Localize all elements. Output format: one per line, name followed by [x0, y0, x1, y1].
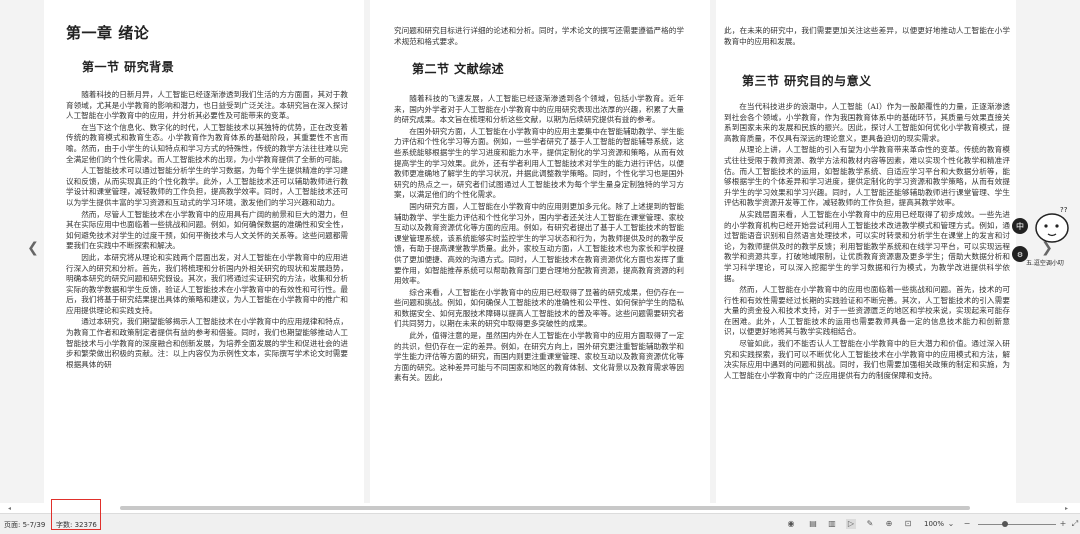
section3-body: 在当代科技进步的浪潮中，人工智能（AI）作为一股颠覆性的力量，正逐渐渗透到社会各… [724, 102, 1010, 382]
zoom-out-icon[interactable]: − [962, 519, 972, 529]
paragraph: 尽管如此，我们不能否认人工智能在小学教育中的巨大潜力和价值。通过深入研究和实践探… [724, 339, 1010, 380]
edit-icon[interactable]: ✎ [865, 519, 875, 529]
horizontal-scrollbar[interactable]: ◂ ▸ [8, 505, 1068, 512]
section1-title: 第一节 研究背景 [82, 60, 175, 74]
paragraph: 国内研究方面，人工智能在小学教育中的应用则更加多元化。除了上述提到的智能辅助教学… [394, 201, 684, 286]
paragraph: 随着科技的飞速发展，人工智能已经逐渐渗透到各个领域，包括小学教育。近年来，国内外… [394, 94, 684, 125]
svg-text:⚙: ⚙ [1017, 251, 1023, 259]
page-indicator: 页面: 5-7/39 [4, 521, 46, 529]
prev-page-arrow-icon[interactable]: ❮ [26, 241, 40, 255]
page-6: 究问题和研究目标进行详细的论述和分析。同时，学术论文的撰写还需要遵循严格的学术规… [370, 0, 710, 503]
chapter-title: 第一章 绪论 [66, 24, 150, 42]
paragraph: 然而，人工智能在小学教育中的应用也面临着一些挑战和问题。首先，技术的可行性和有效… [724, 285, 1010, 337]
zoom-slider-knob[interactable] [1002, 521, 1008, 527]
section1-body: 随着科技的日新月异，人工智能已经逐渐渗透到我们生活的方方面面，其对于教育领域，尤… [66, 90, 348, 371]
paragraph: 综合来看，人工智能在小学教育中的应用已经取得了显著的研究成果，但仍存在一些问题和… [394, 287, 684, 329]
scrollbar-thumb[interactable] [120, 506, 970, 510]
layout-icon[interactable]: ▥ [827, 519, 837, 529]
paragraph: 在当代科技进步的浪潮中，人工智能（AI）作为一股颠覆性的力量，正逐渐渗透到社会各… [724, 102, 1010, 143]
page-view-icon[interactable]: ▤ [808, 519, 818, 529]
paragraph: 此，在未来的研究中，我们需要更加关注这些差异，以便更好地推动人工智能在小学教育中… [724, 26, 1010, 46]
expand-icon[interactable]: ⤢ [1070, 519, 1080, 529]
section2-body: 随着科技的飞速发展，人工智能已经逐渐渗透到各个领域，包括小学教育。近年来，国内外… [394, 94, 684, 385]
document-viewer[interactable]: 第一章 绪论 第一节 研究背景 随着科技的日新月异，人工智能已经逐渐渗透到我们生… [0, 0, 1080, 503]
page-7: 此，在未来的研究中，我们需要更加关注这些差异，以便更好地推动人工智能在小学教育中… [716, 0, 1016, 503]
page6-intro: 究问题和研究目标进行详细的论述和分析。同时，学术论文的撰写还需要遵循严格的学术规… [394, 26, 684, 48]
paragraph: 在国外研究方面，人工智能在小学教育中的应用主要集中在智能辅助教学、学生能力评估和… [394, 126, 684, 200]
fit-window-icon[interactable]: ⊡ [903, 519, 913, 529]
scroll-left-icon[interactable]: ◂ [8, 505, 11, 512]
paragraph: 此外，值得注意的是，虽然国内外在人工智能在小学教育中的应用方面取得了一定的共识，… [394, 331, 684, 383]
zoom-level[interactable]: 100% [924, 520, 944, 528]
paragraph: 然而，尽管人工智能技术在小学教育中的应用具有广阔的前景和巨大的潜力，但其在实际应… [66, 209, 348, 251]
paragraph: 随着科技的日新月异，人工智能已经逐渐渗透到我们生活的方方面面，其对于教育领域，尤… [66, 90, 348, 121]
svg-text:??: ?? [1060, 206, 1068, 214]
globe-icon[interactable]: ⊕ [884, 519, 894, 529]
svg-text:中: 中 [1016, 221, 1024, 231]
paragraph: 因此，本研究将从理论和实践两个层面出发，对人工智能在小学教育中的应用进行深入的研… [66, 252, 348, 315]
scroll-right-icon[interactable]: ▸ [1065, 505, 1068, 512]
page7-intro: 此，在未来的研究中，我们需要更加关注这些差异，以便更好地推动人工智能在小学教育中… [724, 26, 1010, 48]
section2-title: 第二节 文献综述 [412, 62, 505, 76]
page-5: 第一章 绪论 第一节 研究背景 随着科技的日新月异，人工智能已经逐渐渗透到我们生… [44, 0, 364, 503]
zoom-slider[interactable] [978, 524, 1056, 525]
avatar-caption: 五.逗空调小叨 [1026, 260, 1064, 267]
paragraph: 究问题和研究目标进行详细的论述和分析。同时，学术论文的撰写还需要遵循严格的学术规… [394, 26, 684, 46]
paragraph: 在当下这个信息化、数字化的时代，人工智能技术以其独特的优势，正在改变着传统的教育… [66, 122, 348, 164]
play-icon[interactable]: ▷ [846, 519, 856, 529]
word-count-highlight [51, 499, 101, 530]
paragraph: 通过本研究，我们期望能够揭示人工智能技术在小学教育中的应用规律和特点，为教育工作… [66, 317, 348, 369]
eye-icon[interactable]: ◉ [786, 519, 796, 529]
status-bar: 页面: 5-7/39 字数: 32376 ◉ ▤ ▥ ▷ ✎ ⊕ ⊡ 100% … [0, 513, 1080, 534]
zoom-in-icon[interactable]: + [1058, 519, 1068, 529]
paragraph: 从理论上讲，人工智能的引入有望为小学教育带来革命性的变革。传统的教育模式往往受限… [724, 145, 1010, 208]
paragraph: 从实践层面来看，人工智能在小学教育中的应用已经取得了初步成效。一些先进的小学教育… [724, 209, 1010, 283]
avatar[interactable]: 中 ?? ⚙ [1012, 206, 1074, 266]
zoom-dropdown-icon[interactable]: ⌄ [946, 519, 956, 529]
paragraph: 人工智能技术可以通过智能分析学生的学习数据，为每个学生提供精准的学习建议和反馈，… [66, 166, 348, 207]
section3-title: 第三节 研究目的与意义 [742, 74, 872, 88]
